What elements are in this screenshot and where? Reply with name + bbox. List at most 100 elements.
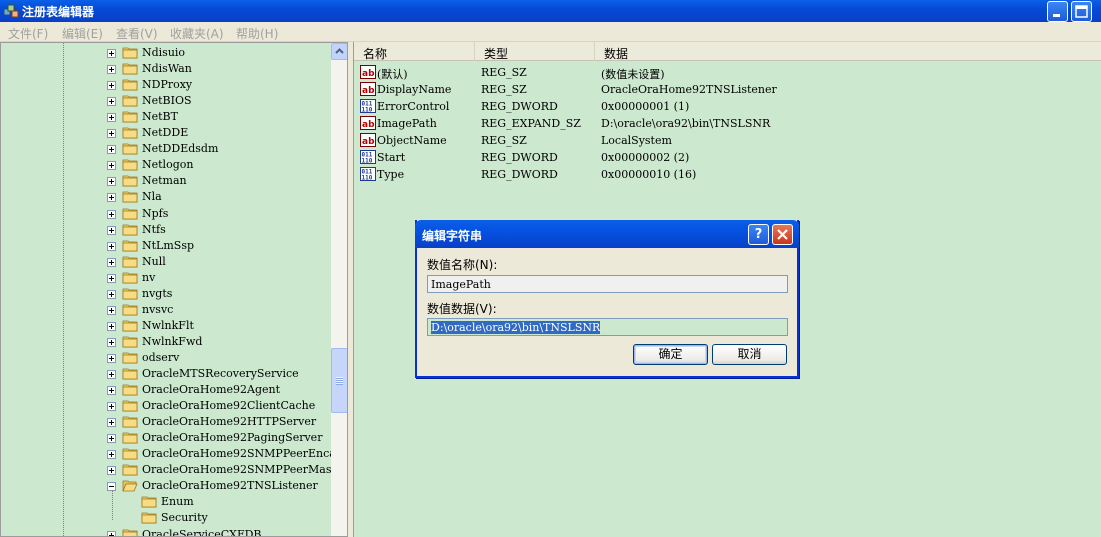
cancel-button[interactable]: 取消 <box>712 344 787 365</box>
list-item[interactable]: ab ObjectName REG_SZ LocalSystem <box>354 132 1101 149</box>
tree-item[interactable]: OracleOraHome92SNMPPeerMasterAge <box>1 462 331 478</box>
tree-item[interactable]: odserv <box>1 350 331 366</box>
tree-item[interactable]: OracleMTSRecoveryService <box>1 366 331 382</box>
folder-icon <box>122 383 138 396</box>
expand-icon[interactable] <box>107 418 116 428</box>
tree-item[interactable]: nvsvc <box>1 302 331 318</box>
expand-icon[interactable] <box>107 337 116 347</box>
tree-item[interactable]: OracleOraHome92TNSListener <box>1 478 331 494</box>
tree-item[interactable]: Netman <box>1 173 331 189</box>
tree-item[interactable]: Netlogon <box>1 157 331 173</box>
key-tree-pane[interactable]: Ndisuio NdisWan NDProxy NetBIOS NetBT NetDDE N… <box>0 42 348 537</box>
tree-item-label: NwlnkFlt <box>142 318 194 332</box>
value-data: (数值未设置) <box>601 68 665 81</box>
folder-icon <box>122 158 138 171</box>
expand-icon[interactable] <box>107 450 116 460</box>
tree-item[interactable]: Enum <box>1 494 331 510</box>
tree-item[interactable]: OracleOraHome92HTTPServer <box>1 414 331 430</box>
expand-icon[interactable] <box>107 466 116 476</box>
expand-icon[interactable] <box>107 225 116 235</box>
column-data[interactable]: 数据 <box>595 42 1101 61</box>
expand-icon[interactable] <box>107 193 116 203</box>
expand-icon[interactable] <box>107 145 116 155</box>
list-item[interactable]: 011 110 Type REG_DWORD 0x00000010 (16) <box>354 166 1101 183</box>
minimize-icon <box>1053 14 1060 17</box>
tree-item[interactable]: NetBIOS <box>1 93 331 109</box>
minimize-button[interactable] <box>1047 1 1068 22</box>
tree-item-label: Npfs <box>142 206 169 220</box>
value-type: REG_DWORD <box>481 168 558 181</box>
expand-icon[interactable] <box>107 434 116 444</box>
expand-icon[interactable] <box>107 273 116 283</box>
list-item[interactable]: 011 110 Start REG_DWORD 0x00000002 (2) <box>354 149 1101 166</box>
expand-icon[interactable] <box>107 402 116 412</box>
close-button[interactable] <box>772 224 793 245</box>
expand-icon[interactable] <box>107 530 116 536</box>
maximize-button[interactable] <box>1071 1 1092 22</box>
tree-item[interactable]: OracleOraHome92SNMPPeerEncapsula <box>1 446 331 462</box>
menu-help[interactable]: 帮助(H) <box>236 25 278 42</box>
tree-item-label: odserv <box>142 350 180 364</box>
expand-icon[interactable] <box>107 289 116 299</box>
expand-icon[interactable] <box>107 81 116 91</box>
menu-view[interactable]: 查看(V) <box>116 25 158 42</box>
expand-icon[interactable] <box>107 370 116 379</box>
list-item[interactable]: 011 110 ErrorControl REG_DWORD 0x00000001 (1… <box>354 98 1101 115</box>
tree-item[interactable]: NetDDEdsdm <box>1 141 331 157</box>
svg-text:ab: ab <box>362 120 375 130</box>
tree-item[interactable]: OracleServiceCXFDB <box>1 527 331 536</box>
column-name[interactable]: 名称 <box>354 42 475 61</box>
help-button[interactable]: ? <box>748 224 769 245</box>
list-item[interactable]: ab (默认) REG_SZ (数值未设置) <box>354 64 1101 81</box>
menu-edit[interactable]: 编辑(E) <box>62 25 103 42</box>
expand-icon[interactable] <box>107 97 116 107</box>
list-item[interactable]: ab ImagePath REG_EXPAND_SZ D:\oracle\ora92\… <box>354 115 1101 132</box>
expand-icon[interactable] <box>107 113 116 123</box>
expand-icon[interactable] <box>107 161 116 171</box>
value-data-field[interactable]: D:\oracle\ora92\bin\TNSLSNR <box>427 318 788 336</box>
tree-item[interactable]: nv <box>1 270 331 286</box>
scroll-up-button[interactable] <box>331 43 347 60</box>
tree-vertical-scrollbar[interactable] <box>331 43 347 536</box>
scroll-thumb[interactable] <box>331 348 347 413</box>
tree-item[interactable]: NwlnkFlt <box>1 318 331 334</box>
tree-item[interactable]: Npfs <box>1 206 331 222</box>
list-item[interactable]: ab DisplayName REG_SZ OracleOraHome92TNSLis… <box>354 81 1101 98</box>
value-name: ObjectName <box>377 134 447 147</box>
expand-icon[interactable] <box>107 177 116 187</box>
value-type: REG_DWORD <box>481 151 558 164</box>
tree-item[interactable]: Null <box>1 254 331 270</box>
expand-icon[interactable] <box>107 129 116 139</box>
value-data-label: 数值数据(V): <box>427 302 497 316</box>
tree-item[interactable]: OracleOraHome92Agent <box>1 382 331 398</box>
expand-icon[interactable] <box>107 65 116 75</box>
expand-icon[interactable] <box>107 241 116 251</box>
expand-icon[interactable] <box>107 209 116 219</box>
tree-item[interactable]: Ndisuio <box>1 45 331 61</box>
expand-icon[interactable] <box>107 305 116 315</box>
tree-item[interactable]: OracleOraHome92PagingServer <box>1 430 331 446</box>
value-type: REG_SZ <box>481 134 527 147</box>
menu-favorites[interactable]: 收藏夹(A) <box>170 25 224 42</box>
expand-icon[interactable] <box>107 386 116 396</box>
value-type: REG_DWORD <box>481 100 558 113</box>
expand-icon[interactable] <box>107 321 116 331</box>
column-type[interactable]: 类型 <box>475 42 595 61</box>
tree-item[interactable]: NdisWan <box>1 61 331 77</box>
ok-button[interactable]: 确定 <box>633 344 708 365</box>
tree-item-label: Ndisuio <box>142 46 186 59</box>
tree-item[interactable]: NetDDE <box>1 125 331 141</box>
tree-item[interactable]: NwlnkFwd <box>1 334 331 350</box>
expand-icon[interactable] <box>107 257 116 267</box>
tree-item[interactable]: Security <box>1 510 331 526</box>
tree-item[interactable]: NetBT <box>1 109 331 125</box>
tree-item[interactable]: Ntfs <box>1 222 331 238</box>
expand-icon[interactable] <box>107 353 116 363</box>
tree-item[interactable]: nvgts <box>1 286 331 302</box>
tree-item[interactable]: NDProxy <box>1 77 331 93</box>
menu-file[interactable]: 文件(F) <box>8 25 48 42</box>
tree-item[interactable]: NtLmSsp <box>1 238 331 254</box>
tree-item[interactable]: Nla <box>1 189 331 205</box>
tree-item[interactable]: OracleOraHome92ClientCache <box>1 398 331 414</box>
expand-icon[interactable] <box>107 49 116 58</box>
